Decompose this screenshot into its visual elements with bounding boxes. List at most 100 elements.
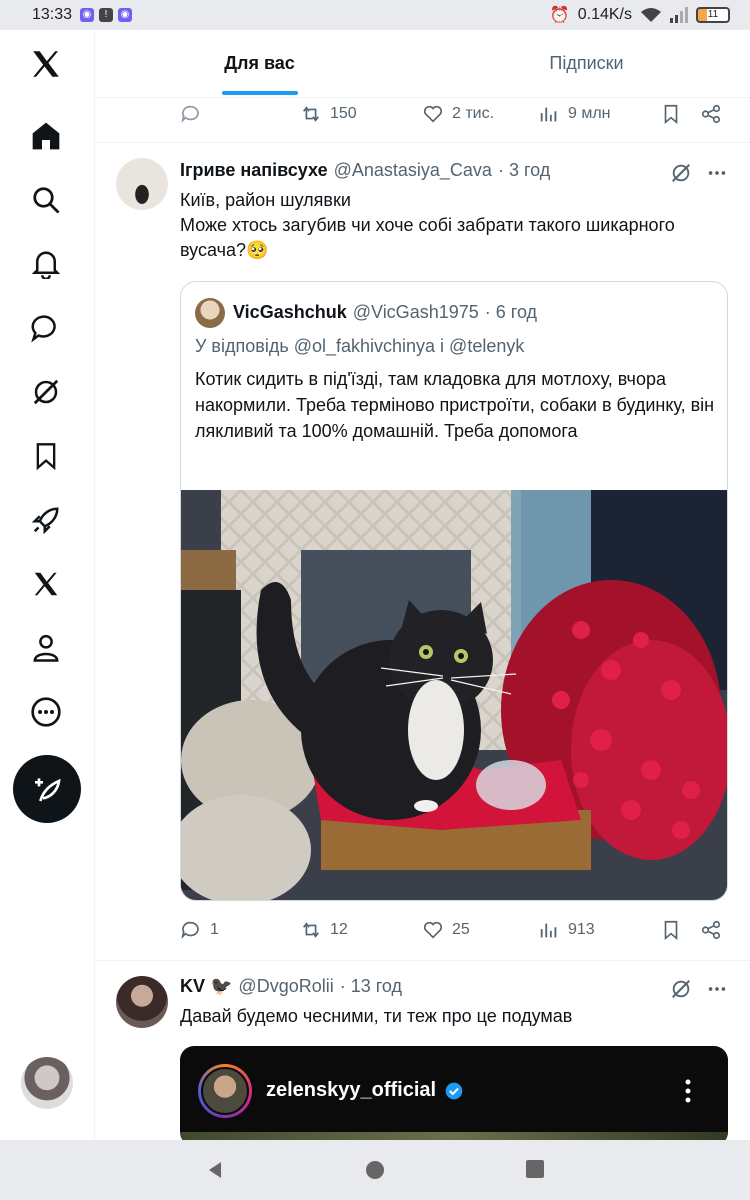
share-button[interactable] [700,103,722,125]
wifi-icon [641,8,661,22]
instagram-image-top [180,1132,728,1140]
reply-count: 1 [210,921,219,938]
instagram-username: zelenskyy_official [266,1079,437,1101]
quote-text: Котик сидить в під'їзді, там кладовка дл… [195,369,715,441]
heart-icon [423,105,443,123]
reply-button[interactable] [180,103,300,125]
reply-button[interactable]: 1 [180,919,300,941]
viber-icon: ◉ [80,8,95,22]
account-avatar[interactable] [21,1057,73,1109]
post-text-line-2: Може хтось загубив чи хоче собі забрати … [180,215,675,260]
tab-following[interactable]: Підписки [423,30,750,97]
post-header: KV 🐦‍⬛ @DvgoRolii · 13 год [180,976,402,997]
views-button[interactable]: 913 [538,919,660,941]
quoted-post[interactable]: VicGashchuk @VicGash1975 · 6 год У відпо… [180,281,728,901]
grok-icon[interactable] [670,978,692,1000]
instagram-avatar-ring [198,1064,252,1118]
search-icon[interactable] [22,176,70,224]
quote-author-handle[interactable]: @VicGash1975 [353,302,479,323]
post-divider [96,960,750,961]
retweet-count: 12 [330,921,348,938]
bookmark-icon [664,920,678,941]
post-tools [670,978,728,1000]
reply-icon [181,921,199,939]
retweet-button[interactable]: 150 [300,103,422,125]
back-icon[interactable] [205,1160,225,1180]
reply-icon [181,105,199,123]
post-divider [96,142,750,143]
embedded-instagram-screenshot[interactable]: zelenskyy_official [180,1046,728,1140]
notifications-bell-icon[interactable] [22,240,70,288]
recents-icon[interactable] [526,1160,544,1178]
x-premium-icon[interactable] [22,560,70,608]
quote-author-avatar[interactable] [195,298,225,328]
post-time[interactable]: · 13 год [340,976,402,997]
tab-for-you[interactable]: Для вас [96,30,423,97]
views-icon [540,923,557,938]
battery-icon: 11 [696,7,730,23]
author-handle[interactable]: @DvgoRolii [238,976,333,997]
heart-icon [423,921,443,939]
post-time[interactable]: · 3 год [498,160,550,181]
share-icon [701,920,721,940]
more-icon[interactable] [22,688,70,736]
share-button[interactable] [700,919,722,941]
left-nav [0,30,95,1140]
author-name[interactable]: Ігриве напівсухе [180,160,328,181]
like-button[interactable]: 2 тис. [422,103,538,125]
signal-icon [670,7,688,23]
quote-reply-to[interactable]: У відповідь @ol_fakhivchinya і @telenyk [195,336,524,357]
alarm-icon: ⏰ [549,7,570,24]
views-count: 9 млн [568,105,611,122]
rocket-icon[interactable] [22,496,70,544]
like-count: 25 [452,921,470,938]
quote-time: · 6 год [484,302,538,322]
home-circle-icon[interactable] [365,1160,385,1180]
retweet-count: 150 [330,105,357,122]
author-avatar[interactable] [116,976,168,1028]
feed: 150 2 тис. 9 млн Ігриве напівсухе @Anast… [96,98,750,1140]
home-icon[interactable] [22,112,70,160]
viber-icon-2: ◉ [118,8,133,22]
instagram-header: zelenskyy_official [266,1079,464,1102]
instagram-avatar [201,1067,249,1115]
x-logo-icon[interactable] [22,40,70,88]
post-tools [670,162,728,184]
bookmark-icon [664,104,678,125]
bookmark-button[interactable] [660,919,700,941]
instagram-more-icon [685,1079,691,1103]
cat-photo[interactable] [181,490,728,901]
views-icon [540,107,557,122]
grok-icon[interactable] [22,368,70,416]
views-count: 913 [568,921,595,938]
like-count: 2 тис. [452,105,495,122]
quote-header: VicGashchuk @VicGash1975 · 6 год [233,302,537,323]
post-text-line-1: Київ, район шулявки [180,190,351,210]
more-options-icon[interactable] [706,978,728,1000]
messages-icon[interactable] [22,304,70,352]
like-button[interactable]: 25 [422,919,538,941]
retweet-button[interactable]: 12 [300,919,422,941]
clock: 13:33 [32,6,73,23]
bookmark-button[interactable] [660,103,700,125]
prev-post-actions: 150 2 тис. 9 млн [180,98,740,130]
views-button[interactable]: 9 млн [538,103,660,125]
author-handle[interactable]: @Anastasiya_Cava [334,160,492,181]
network-speed: 0.14K/s [577,6,632,23]
post-actions: 1 12 25 913 [180,914,740,946]
compose-post-button[interactable] [13,755,81,823]
post-text: Давай будемо чесними, ти теж про це поду… [180,1006,573,1026]
retweet-icon [303,106,319,122]
grok-icon[interactable] [670,162,692,184]
alert-icon: ! [99,8,114,22]
retweet-icon [303,922,319,938]
bookmarks-icon[interactable] [22,432,70,480]
author-name[interactable]: KV 🐦‍⬛ [180,976,232,997]
author-avatar[interactable] [116,158,168,210]
quote-author-name[interactable]: VicGashchuk [233,302,347,323]
feather-plus-icon [35,778,61,802]
more-options-icon[interactable] [706,162,728,184]
profile-icon[interactable] [22,624,70,672]
system-nav-bar [0,1140,750,1200]
verified-badge-icon [445,1082,463,1099]
